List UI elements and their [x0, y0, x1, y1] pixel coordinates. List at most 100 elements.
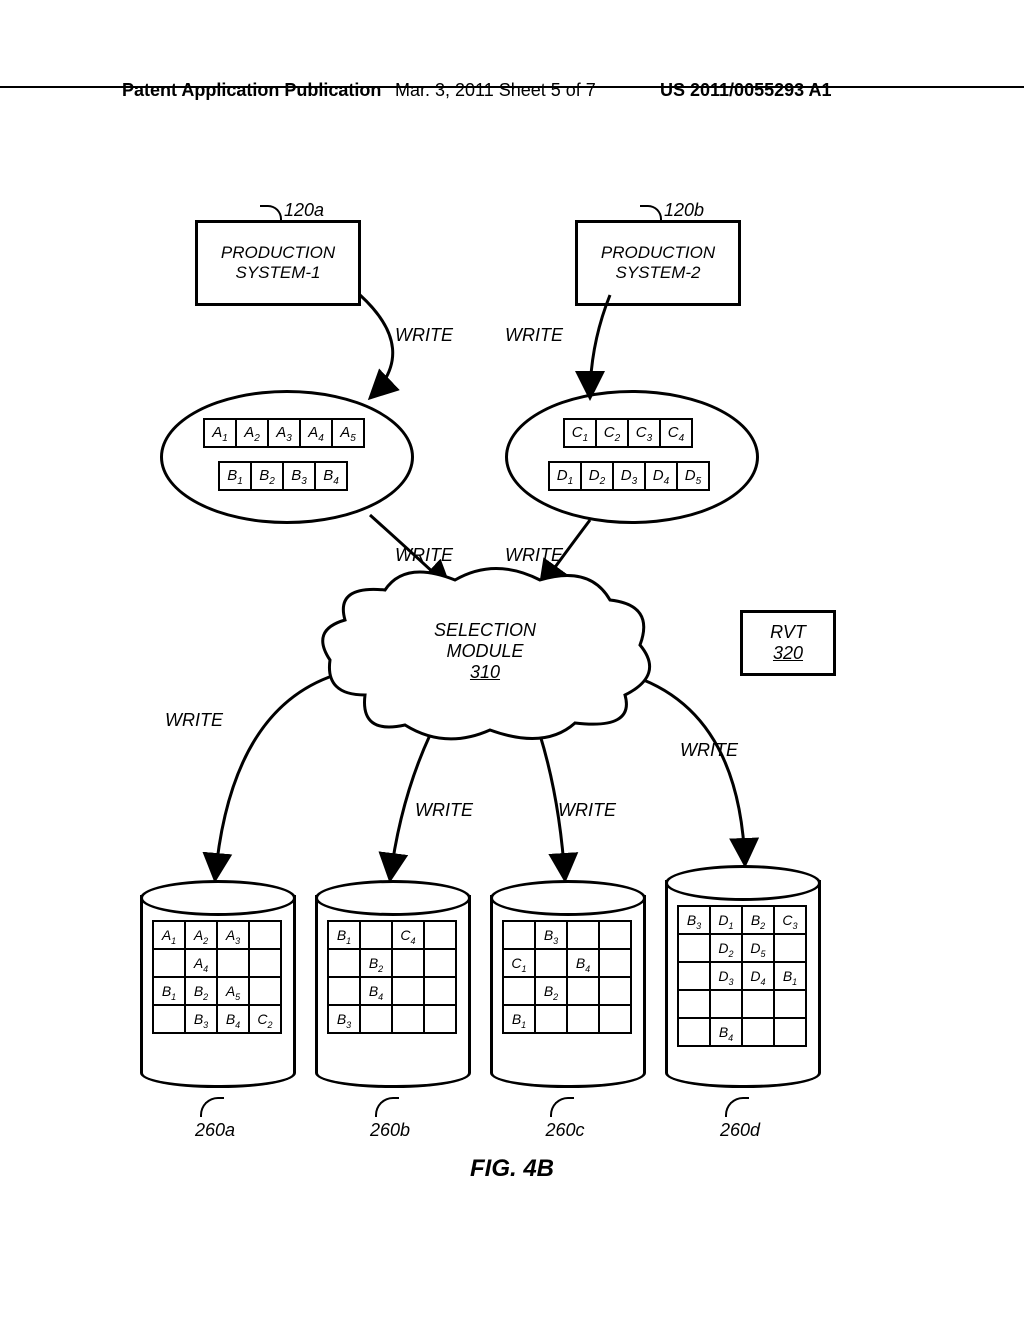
grid-cell — [152, 950, 186, 978]
grid-cell — [218, 950, 250, 978]
grid-row: B1B2A5 — [152, 978, 282, 1006]
grid-cell: A1 — [152, 920, 186, 950]
grid-cell — [425, 950, 457, 978]
log-cell: A4 — [301, 418, 333, 448]
grid-cell — [393, 1006, 425, 1034]
grid-cell: D5 — [743, 935, 775, 963]
grid-cell: D1 — [711, 905, 743, 935]
rvt-label: RVT — [743, 622, 833, 643]
grid-row: B1 — [502, 1006, 632, 1034]
grid-cell: D3 — [711, 963, 743, 991]
prod2-line2: SYSTEM-2 — [578, 263, 738, 283]
grid-cell — [502, 978, 536, 1006]
grid-cell: B2 — [186, 978, 218, 1006]
log-cell: D4 — [646, 461, 678, 491]
log-group-right: C1C2C3C4 D1D2D3D4D5 — [505, 390, 759, 524]
log-cell: D5 — [678, 461, 710, 491]
grid-cell — [677, 935, 711, 963]
grid-cell — [327, 950, 361, 978]
selection-module-label: SELECTION MODULE 310 — [315, 620, 655, 683]
prod1-line2: SYSTEM-1 — [198, 263, 358, 283]
grid-260b: B1C4B2B4B3 — [327, 920, 457, 1034]
write-label-8: WRITE — [680, 740, 738, 761]
grid-row: B3 — [502, 920, 632, 950]
grid-cell: B4 — [361, 978, 393, 1006]
grid-cell — [393, 950, 425, 978]
log-cell: B2 — [252, 461, 284, 491]
grid-row: D3D4B1 — [677, 963, 807, 991]
log-cell: B3 — [284, 461, 316, 491]
log-group-left: A1A2A3A4A5 B1B2B3B4 — [160, 390, 414, 524]
log-cell: D2 — [582, 461, 614, 491]
grid-row: B3B4C2 — [152, 1006, 282, 1034]
log-cell: A5 — [333, 418, 365, 448]
grid-cell — [250, 978, 282, 1006]
grid-cell: A3 — [218, 920, 250, 950]
grid-cell: C2 — [250, 1006, 282, 1034]
cyl-label-260d: 260d — [665, 1120, 815, 1141]
grid-cell — [361, 1006, 393, 1034]
grid-260d: B3D1B2C3D2D5D3D4B1B4 — [677, 905, 807, 1047]
log-cell: C4 — [661, 418, 693, 448]
write-label-6: WRITE — [415, 800, 473, 821]
grid-cell — [600, 978, 632, 1006]
grid-cell — [425, 1006, 457, 1034]
grid-cell: C1 — [502, 950, 536, 978]
prod2-line1: PRODUCTION — [578, 243, 738, 263]
cylinder-top-icon — [140, 880, 296, 916]
page: Patent Application Publication Mar. 3, 2… — [0, 0, 1024, 1320]
write-label-7: WRITE — [558, 800, 616, 821]
production-system-1: PRODUCTION SYSTEM-1 — [195, 220, 361, 306]
header-right: US 2011/0055293 A1 — [660, 80, 831, 101]
selection-num: 310 — [315, 662, 655, 683]
selection-line2: MODULE — [315, 641, 655, 662]
row-d: D1D2D3D4D5 — [548, 461, 710, 491]
grid-cell: B1 — [152, 978, 186, 1006]
cyl-label-260c: 260c — [490, 1120, 640, 1141]
grid-cell — [425, 978, 457, 1006]
rvt-box: RVT 320 — [740, 610, 836, 676]
grid-cell: C4 — [393, 920, 425, 950]
rvt-num: 320 — [743, 643, 833, 664]
cyl-label-260a: 260a — [140, 1120, 290, 1141]
grid-cell: B1 — [775, 963, 807, 991]
ref-120b: 120b — [640, 200, 704, 221]
grid-cell: A2 — [186, 920, 218, 950]
grid-row: B2 — [502, 978, 632, 1006]
prod1-line1: PRODUCTION — [198, 243, 358, 263]
grid-row: D2D5 — [677, 935, 807, 963]
selection-line1: SELECTION — [315, 620, 655, 641]
grid-cell — [677, 991, 711, 1019]
write-label-2: WRITE — [505, 325, 563, 346]
write-label-1: WRITE — [395, 325, 453, 346]
grid-cell: B4 — [568, 950, 600, 978]
grid-cell: A5 — [218, 978, 250, 1006]
grid-cell — [502, 920, 536, 950]
leader-hook-icon — [375, 1097, 399, 1117]
grid-cell — [568, 1006, 600, 1034]
header-left: Patent Application Publication — [122, 80, 381, 101]
grid-cell: C3 — [775, 905, 807, 935]
log-cell: D1 — [548, 461, 582, 491]
log-cell: C2 — [597, 418, 629, 448]
log-cell: B1 — [218, 461, 252, 491]
cylinder-top-icon — [665, 865, 821, 901]
grid-cell — [536, 950, 568, 978]
grid-cell — [743, 991, 775, 1019]
row-b: B1B2B3B4 — [218, 461, 348, 491]
grid-cell — [152, 1006, 186, 1034]
figure-diagram: 120a 120b PRODUCTION SYSTEM-1 PRODUCTION… — [0, 120, 1024, 1220]
grid-260c: B3C1 B4B2B1 — [502, 920, 632, 1034]
grid-cell — [327, 978, 361, 1006]
ref-120a: 120a — [260, 200, 324, 221]
grid-cell — [250, 950, 282, 978]
header-center: Mar. 3, 2011 Sheet 5 of 7 — [395, 80, 596, 101]
grid-row: B4 — [327, 978, 457, 1006]
grid-260a: A1A2A3A4B1B2A5B3B4C2 — [152, 920, 282, 1034]
leader-hook-icon — [725, 1097, 749, 1117]
grid-cell: A4 — [186, 950, 218, 978]
grid-cell — [568, 978, 600, 1006]
grid-cell — [250, 920, 282, 950]
log-cell: A3 — [269, 418, 301, 448]
grid-row: B2 — [327, 950, 457, 978]
